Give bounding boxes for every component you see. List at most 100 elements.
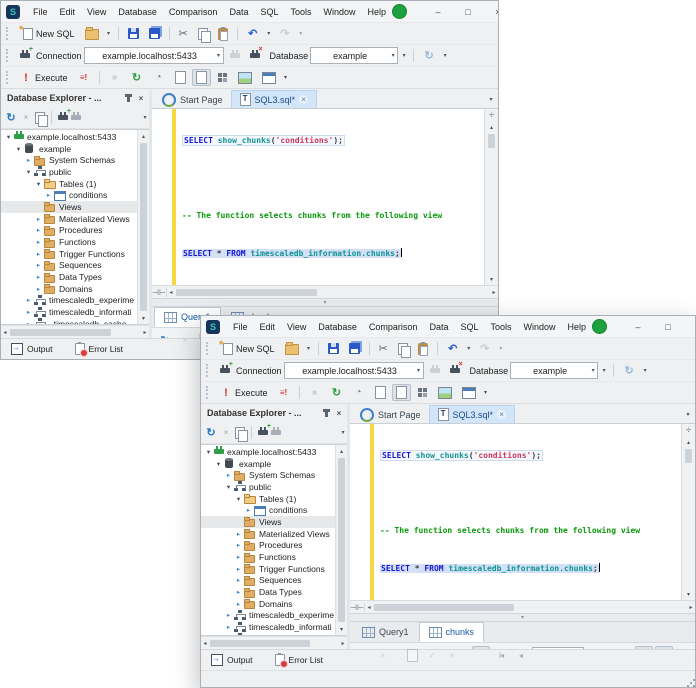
visualize-button[interactable] (434, 385, 456, 401)
toolbar-grip[interactable] (206, 364, 211, 377)
code-area[interactable]: SELECT show_chunks('conditions'); -- The… (176, 109, 484, 285)
assign-connection-button[interactable] (619, 363, 639, 379)
maximize-button[interactable]: □ (453, 1, 483, 22)
expand-icon[interactable] (224, 483, 233, 491)
tree-item-server[interactable]: example.localhost:5433 (201, 446, 335, 458)
expand-icon[interactable] (4, 133, 13, 141)
tree-vertical-scrollbar[interactable] (137, 130, 149, 324)
close-button[interactable]: × (683, 316, 695, 337)
expand-icon[interactable] (234, 553, 243, 561)
tree-item-timescaledb-cache[interactable]: _timescaledb_cache (1, 318, 137, 324)
query-history-button[interactable] (127, 70, 147, 86)
menu-file[interactable]: File (227, 319, 254, 335)
connection-caret-icon[interactable] (415, 365, 423, 377)
scroll-down-icon[interactable] (685, 588, 693, 600)
stop-button[interactable] (105, 70, 125, 86)
expand-icon[interactable] (24, 296, 33, 304)
tab-error-list[interactable]: Error List (74, 342, 123, 357)
menu-window[interactable]: Window (318, 4, 362, 20)
prev-page-button[interactable] (512, 646, 530, 664)
explorer-toolbar-caret-icon[interactable] (141, 112, 149, 124)
code-area[interactable]: SELECT show_chunks('conditions'); -- The… (374, 424, 681, 600)
disconnect-button[interactable]: × (446, 361, 464, 379)
explorer-new-connection-icon[interactable]: + (258, 423, 271, 439)
menu-comparison[interactable]: Comparison (363, 319, 424, 335)
tab-start-page[interactable]: Start Page (154, 91, 231, 108)
tab-chunks[interactable]: chunks (418, 622, 485, 642)
open-file-caret-icon[interactable] (305, 343, 313, 355)
tree-item-timescaledb-information[interactable]: timescaledb_informati (1, 306, 137, 318)
tree-item-public[interactable]: public (1, 166, 137, 178)
tree-horizontal-scrollbar[interactable] (1, 325, 149, 338)
connection-caret-icon[interactable] (215, 50, 223, 62)
save-button[interactable] (124, 26, 143, 41)
tree-item-tables[interactable]: Tables (1) (1, 178, 137, 190)
tree-item-timescaledb-cache[interactable]: _timescaledb_cache (201, 633, 335, 635)
sql-editor[interactable]: SELECT show_chunks('conditions'); -- The… (152, 108, 498, 285)
tree-item-domains[interactable]: Domains (1, 283, 137, 295)
expand-icon[interactable] (24, 156, 33, 164)
copy-button[interactable] (394, 341, 412, 358)
execute-toolbar-caret-icon[interactable] (282, 72, 290, 84)
paste-button[interactable] (214, 26, 232, 42)
commit-button[interactable] (403, 646, 421, 664)
tree-item-public[interactable]: public (201, 481, 335, 493)
explorer-toolbar-caret-icon[interactable] (339, 427, 347, 439)
tree-item-data-types[interactable]: Data Types (201, 586, 335, 598)
tree-item-procedures[interactable]: Procedures (201, 540, 335, 552)
expand-icon[interactable] (34, 215, 43, 223)
expand-icon[interactable] (34, 261, 43, 269)
tree-item-timescaledb-experimental[interactable]: timescaledb_experime (1, 294, 137, 307)
editor-horizontal-scrollbar[interactable]: ⊣⊢ (152, 285, 498, 298)
tree-item-database[interactable]: example (1, 143, 137, 155)
expand-icon[interactable] (34, 180, 43, 188)
cut-button[interactable] (175, 25, 192, 42)
tree-item-sequences[interactable]: Sequences (1, 260, 137, 272)
scroll-right-icon[interactable] (141, 326, 149, 338)
pin-icon[interactable] (125, 94, 132, 102)
scroll-down-icon[interactable] (140, 312, 148, 324)
scroll-right-icon[interactable] (687, 601, 695, 613)
layout-button[interactable] (213, 70, 232, 85)
execute-button[interactable]: Execute (16, 70, 72, 86)
tab-list-caret-icon[interactable] (487, 93, 495, 105)
expand-icon[interactable] (234, 495, 243, 503)
expand-icon[interactable] (224, 471, 233, 479)
split-grip-icon[interactable]: ⊣⊢ (152, 287, 167, 297)
tab-output[interactable]: Output (11, 343, 53, 355)
account-avatar[interactable] (592, 319, 608, 334)
export-results-button[interactable] (171, 69, 190, 86)
new-sql-button[interactable]: New SQL (216, 339, 279, 357)
scroll-left-icon[interactable] (201, 637, 209, 649)
refresh-icon[interactable] (205, 427, 217, 439)
menu-database[interactable]: Database (112, 4, 163, 20)
paste-button[interactable] (414, 341, 432, 357)
minimize-button[interactable]: – (623, 316, 653, 337)
cut-button[interactable] (375, 340, 392, 357)
database-combobox[interactable]: example (310, 47, 399, 64)
scrollbar-thumb[interactable] (140, 143, 147, 311)
editor-horizontal-scrollbar[interactable]: ⊣⊢ (350, 600, 695, 613)
export-results-button[interactable] (371, 384, 390, 401)
tab-close-icon[interactable]: × (497, 410, 507, 419)
pin-icon[interactable] (323, 409, 330, 417)
scroll-up-icon[interactable] (685, 436, 693, 448)
stop-button[interactable] (305, 385, 325, 401)
expand-icon[interactable] (244, 506, 253, 514)
new-connection-button[interactable]: + (16, 46, 34, 64)
titlebar[interactable]: S File Edit View Database Comparison Dat… (1, 1, 498, 22)
expand-icon[interactable] (14, 145, 23, 153)
tab-sql3[interactable]: SQL3.sql* × (230, 90, 318, 108)
expand-icon[interactable] (34, 250, 43, 258)
redo-button[interactable] (275, 26, 295, 42)
tree-item-conditions[interactable]: conditions (1, 189, 137, 201)
expand-icon[interactable] (234, 600, 243, 608)
toolbar-grip[interactable] (6, 27, 11, 40)
menu-file[interactable]: File (27, 4, 54, 20)
scrollbar-thumb[interactable] (338, 458, 345, 622)
tree-horizontal-scrollbar[interactable] (201, 636, 347, 649)
explorer-header[interactable]: Database Explorer - ... (1, 89, 149, 107)
disconnect-button[interactable]: × (246, 46, 264, 64)
delete-icon[interactable] (220, 427, 232, 439)
cancel-button[interactable] (374, 646, 392, 664)
